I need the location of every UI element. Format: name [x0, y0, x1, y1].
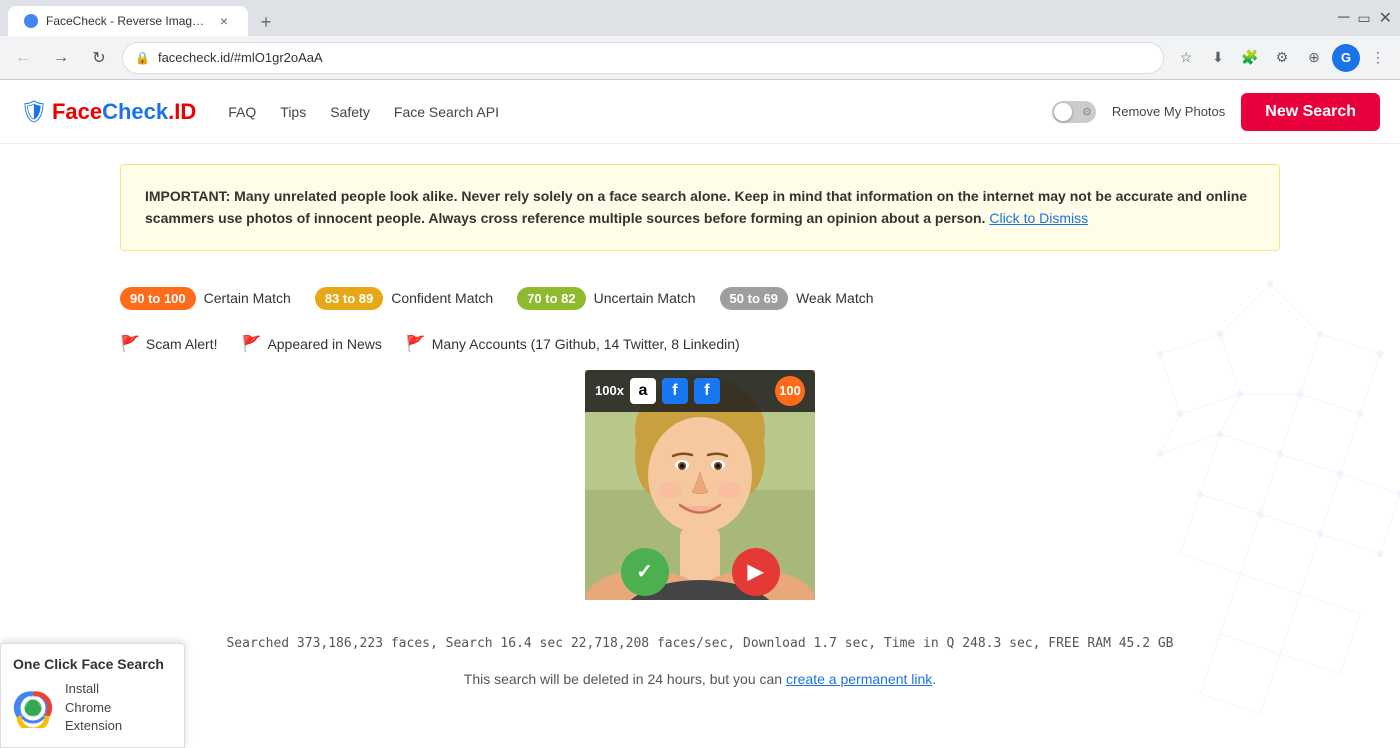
card-top-bar: 100x a f f 100: [585, 370, 815, 412]
extension-puzzle-button[interactable]: 🧩: [1236, 44, 1264, 72]
back-button[interactable]: ←: [8, 43, 38, 73]
logo-check: Check: [102, 99, 168, 124]
new-tab-button[interactable]: +: [252, 8, 280, 36]
news-flag-icon: 🚩: [242, 334, 262, 354]
install-widget-body: Install Chrome Extension: [13, 680, 172, 735]
badge-uncertain: 70 to 82 Uncertain Match: [517, 287, 695, 310]
bookmark-button[interactable]: ☆: [1172, 44, 1200, 72]
warning-banner: IMPORTANT: Many unrelated people look al…: [120, 164, 1280, 251]
flag-scam: 🚩 Scam Alert!: [120, 334, 218, 354]
nav-api[interactable]: Face Search API: [394, 104, 499, 120]
minimize-button[interactable]: ─: [1338, 9, 1349, 27]
gear-icon: ⚙: [1082, 105, 1092, 118]
header-right: ⚙ Remove My Photos New Search: [1052, 93, 1380, 131]
badge-weak: 50 to 69 Weak Match: [720, 287, 874, 310]
logo-link[interactable]: 🛡 FaceCheck.ID: [20, 99, 196, 125]
flags-row: 🚩 Scam Alert! 🚩 Appeared in News 🚩 Many …: [120, 326, 1280, 370]
profile-button[interactable]: G: [1332, 44, 1360, 72]
site-header: 🛡 FaceCheck.ID FAQ Tips Safety Face Sear…: [0, 80, 1400, 144]
new-search-button[interactable]: New Search: [1241, 93, 1380, 131]
url-text: facecheck.id/#mlO1gr2oAaA: [158, 50, 1151, 65]
red-icon: ▶: [732, 548, 780, 596]
news-flag-text: Appeared in News: [267, 336, 381, 352]
logo-id: .ID: [168, 99, 196, 124]
delete-notice-period: .: [932, 671, 936, 687]
logo-face: Face: [52, 99, 102, 124]
active-tab[interactable]: FaceCheck - Reverse Image Sear... ×: [8, 6, 248, 36]
match-badges-row: 90 to 100 Certain Match 83 to 89 Confide…: [120, 271, 1280, 326]
scam-flag-text: Scam Alert!: [146, 336, 218, 352]
remove-photos-link[interactable]: Remove My Photos: [1112, 104, 1225, 119]
dark-mode-toggle-wrap: ⚙: [1052, 101, 1096, 123]
install-widget-title: One Click Face Search: [13, 656, 172, 672]
download-button[interactable]: ⬇: [1204, 44, 1232, 72]
accounts-flag-icon: 🚩: [406, 334, 426, 354]
browser-toolbar: ← → ↻ 🔒 facecheck.id/#mlO1gr2oAaA ☆ ⬇ 🧩 …: [0, 36, 1400, 80]
shield-icon: 🛡: [20, 99, 48, 125]
match-multiplier: 100x: [595, 383, 624, 398]
facebook-site-icon-2: f: [694, 378, 720, 404]
green-icon: ✓: [621, 548, 669, 596]
result-card[interactable]: 100x a f f 100: [585, 370, 815, 600]
nav-tips[interactable]: Tips: [280, 104, 306, 120]
delete-notice: This search will be deleted in 24 hours,…: [120, 663, 1280, 695]
browser-titlebar: FaceCheck - Reverse Image Sear... × + ─ …: [0, 0, 1400, 36]
badge-uncertain-label: Uncertain Match: [594, 290, 696, 306]
dark-mode-toggle[interactable]: ⚙: [1052, 101, 1096, 123]
extensions-button[interactable]: ⚙: [1268, 44, 1296, 72]
badge-confident: 83 to 89 Confident Match: [315, 287, 493, 310]
badge-certain: 90 to 100 Certain Match: [120, 287, 291, 310]
install-widget[interactable]: One Click Face Search Install Chrome Ext…: [0, 643, 185, 748]
badge-uncertain-pill: 70 to 82: [517, 287, 585, 310]
close-button[interactable]: ✕: [1379, 8, 1392, 28]
flag-news: 🚩 Appeared in News: [242, 334, 382, 354]
delete-notice-text-before: This search will be deleted in 24 hours,…: [464, 671, 782, 687]
main-area: IMPORTANT: Many unrelated people look al…: [100, 164, 1300, 715]
permanent-link[interactable]: create a permanent link: [786, 671, 932, 687]
dismiss-link[interactable]: Click to Dismiss: [989, 210, 1088, 226]
install-line3: Extension: [65, 718, 122, 733]
badge-certain-pill: 90 to 100: [120, 287, 196, 310]
site-nav: FAQ Tips Safety Face Search API: [228, 104, 499, 120]
chrome-extension-icon: [13, 688, 53, 728]
scam-flag-icon: 🚩: [120, 334, 140, 354]
logo-text: FaceCheck.ID: [52, 99, 196, 125]
page-content: 🛡 FaceCheck.ID FAQ Tips Safety Face Sear…: [0, 80, 1400, 748]
tab-title: FaceCheck - Reverse Image Sear...: [46, 14, 208, 28]
search-stats: Searched 373,186,223 faces, Search 16.4 …: [120, 616, 1280, 663]
accounts-flag-text: Many Accounts (17 Github, 14 Twitter, 8 …: [432, 336, 740, 352]
card-bottom: ✓ ▶: [585, 544, 815, 600]
address-bar[interactable]: 🔒 facecheck.id/#mlO1gr2oAaA: [122, 42, 1164, 74]
profile-sync-button[interactable]: ⊕: [1300, 44, 1328, 72]
menu-button[interactable]: ⋮: [1364, 44, 1392, 72]
install-line2: Chrome: [65, 700, 111, 715]
tab-favicon: [24, 14, 38, 28]
facebook-site-icon-1: f: [662, 378, 688, 404]
nav-safety[interactable]: Safety: [330, 104, 370, 120]
maximize-button[interactable]: ▭: [1357, 10, 1370, 27]
results-section: 100x a f f 100: [120, 370, 1280, 616]
browser-frame: FaceCheck - Reverse Image Sear... × + ─ …: [0, 0, 1400, 748]
flag-accounts: 🚩 Many Accounts (17 Github, 14 Twitter, …: [406, 334, 740, 354]
tab-close-button[interactable]: ×: [216, 13, 232, 29]
nav-faq[interactable]: FAQ: [228, 104, 256, 120]
badge-confident-label: Confident Match: [391, 290, 493, 306]
tab-bar: FaceCheck - Reverse Image Sear... × +: [8, 0, 280, 36]
reload-button[interactable]: ↻: [84, 43, 114, 73]
install-widget-text: Install Chrome Extension: [65, 680, 122, 735]
security-lock-icon: 🔒: [135, 51, 150, 65]
match-score-circle: 100: [775, 376, 805, 406]
toolbar-actions: ☆ ⬇ 🧩 ⚙ ⊕ G ⋮: [1172, 44, 1392, 72]
toggle-knob: [1054, 103, 1072, 121]
badge-certain-label: Certain Match: [204, 290, 291, 306]
badge-weak-pill: 50 to 69: [720, 287, 788, 310]
amazon-site-icon: a: [630, 378, 656, 404]
badge-confident-pill: 83 to 89: [315, 287, 383, 310]
badge-weak-label: Weak Match: [796, 290, 874, 306]
forward-button[interactable]: →: [46, 43, 76, 73]
install-line1: Install: [65, 681, 99, 696]
